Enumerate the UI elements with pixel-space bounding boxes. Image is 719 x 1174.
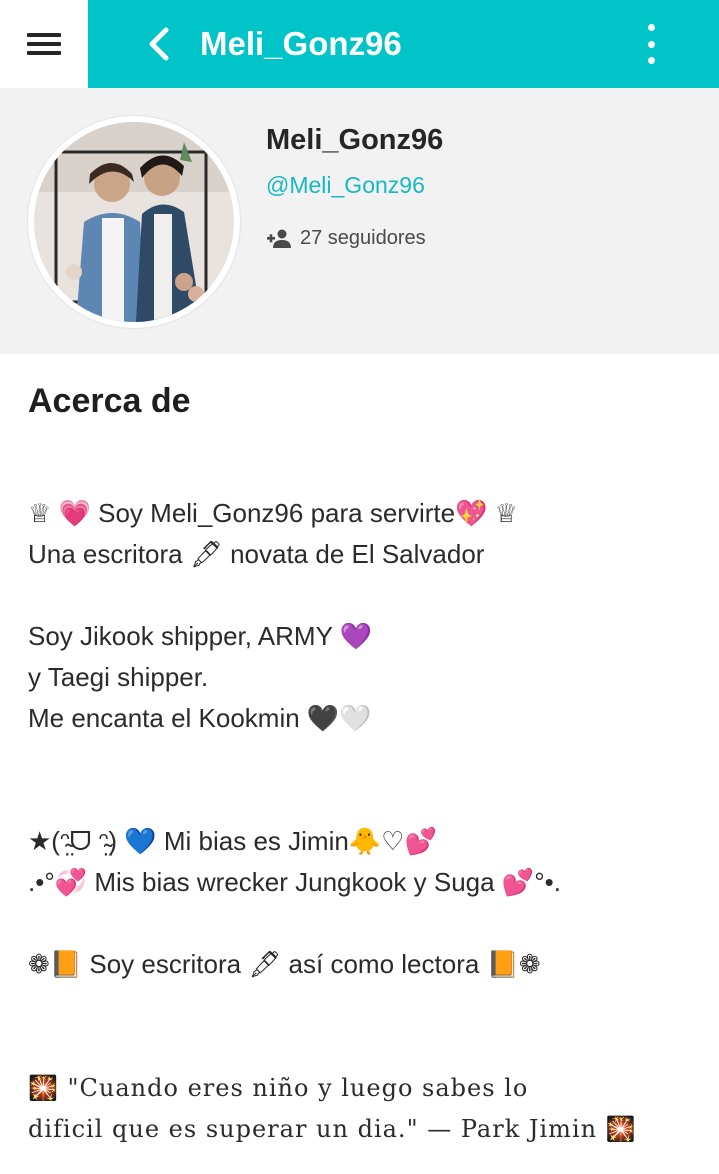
bio-line: ♕ 💗 Soy Meli_Gonz96 para servirte💖 ♕ bbox=[28, 498, 518, 528]
bio-line: Una escritora 🖋 novata de El Salvador bbox=[28, 539, 485, 569]
followers-text: 27 seguidores bbox=[300, 226, 426, 249]
bio-line: ★(ᵔ̴̤ᗜ ᵔ̴̤) 💙 Mi bias es Jimin🐥♡💕 bbox=[28, 826, 437, 856]
bio-line: Soy Jikook shipper, ARMY 💜 bbox=[28, 621, 373, 651]
avatar-image bbox=[34, 122, 234, 322]
profile-name: Meli_Gonz96 bbox=[266, 124, 444, 156]
menu-button[interactable] bbox=[0, 0, 88, 88]
bio-line: Me encanta el Kookmin 🖤🤍 bbox=[28, 703, 372, 733]
bio-line: .•°💞 Mis bias wrecker Jungkook y Suga 💕°… bbox=[28, 867, 561, 897]
menu-icon bbox=[27, 33, 61, 55]
bio-line: ❁📙 Soy escritora 🖋 así como lectora 📙❁ bbox=[28, 949, 541, 979]
title-bar bbox=[88, 0, 719, 88]
app-header: Meli_Gonz96 bbox=[0, 0, 719, 88]
profile-header: Meli_Gonz96 @Meli_Gonz96 27 seguidores bbox=[0, 88, 719, 354]
bio-quote-line: dificil que es superar un dia." — Park J… bbox=[28, 1115, 637, 1143]
followers-count[interactable]: 27 seguidores bbox=[266, 224, 426, 252]
page-title: Meli_Gonz96 bbox=[200, 25, 402, 62]
more-options-button[interactable] bbox=[636, 24, 666, 64]
avatar[interactable] bbox=[28, 116, 240, 328]
back-arrow-icon bbox=[149, 27, 169, 61]
more-vert-icon bbox=[647, 24, 655, 31]
bio-quote-line: 🎇 "Cuando eres niño y luego sabes lo bbox=[28, 1074, 529, 1102]
bio-line: y Taegi shipper. bbox=[28, 662, 209, 692]
about-title: Acerca de bbox=[28, 382, 191, 420]
add-person-icon bbox=[267, 229, 291, 248]
back-button[interactable] bbox=[140, 22, 180, 66]
profile-handle[interactable]: @Meli_Gonz96 bbox=[266, 172, 425, 199]
